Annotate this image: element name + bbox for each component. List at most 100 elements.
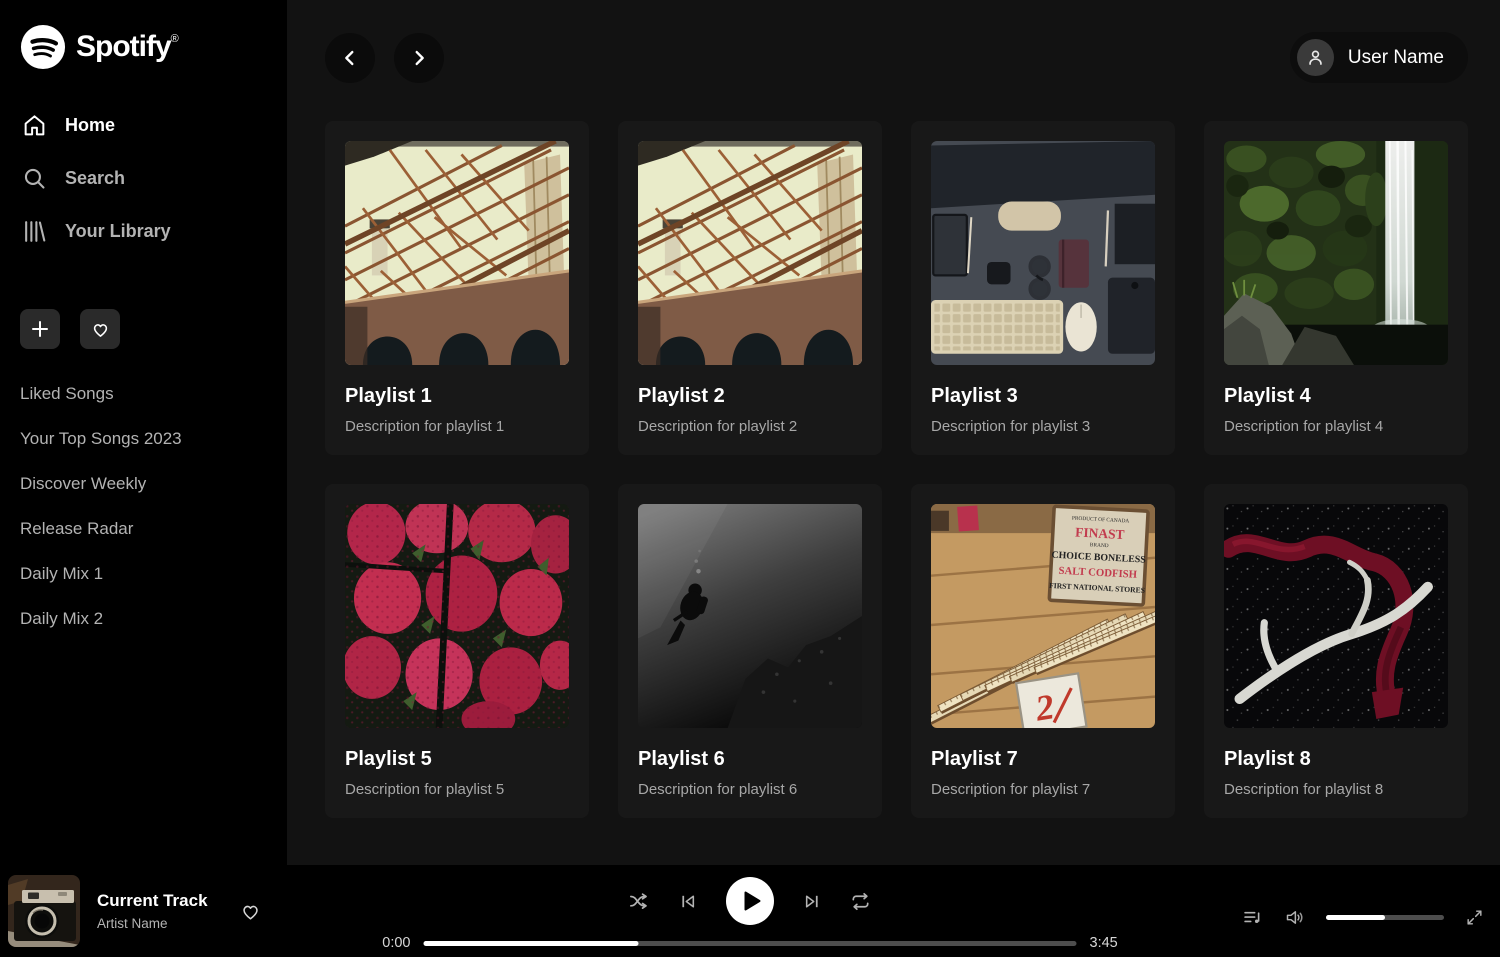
history-nav (325, 33, 444, 83)
plus-icon (30, 319, 50, 339)
card-title: Playlist 1 (345, 385, 569, 408)
player-bar: Current Track Artist Name (0, 865, 1500, 957)
card-title: Playlist 4 (1224, 385, 1448, 408)
bridge-truss-photo (638, 141, 862, 365)
card-description: Description for playlist 3 (931, 418, 1155, 435)
svg-text:BRAND: BRAND (1090, 542, 1109, 549)
play-icon (726, 877, 774, 925)
volume-icon (1284, 907, 1305, 928)
main-topbar: User Name (325, 32, 1468, 83)
playlist-list: Liked Songs Your Top Songs 2023 Discover… (18, 371, 269, 641)
playlist-card-5[interactable]: Playlist 5 Description for playlist 5 (325, 484, 589, 818)
card-title: Playlist 3 (931, 385, 1155, 408)
playlist-link-daily-mix-1[interactable]: Daily Mix 1 (18, 551, 269, 596)
playlist-link-daily-mix-2[interactable]: Daily Mix 2 (18, 596, 269, 641)
shuffle-button[interactable] (628, 890, 651, 913)
sidebar-item-label: Home (65, 115, 115, 136)
waterfall-photo (1224, 141, 1448, 365)
heart-icon (90, 319, 111, 340)
like-track-button[interactable] (239, 900, 262, 923)
volume-button[interactable] (1284, 907, 1305, 928)
bridge-truss-photo (345, 141, 569, 365)
card-description: Description for playlist 7 (931, 781, 1155, 798)
playlist-card-6[interactable]: Playlist 6 Description for playlist 6 (618, 484, 882, 818)
sidebar-item-home[interactable]: Home (18, 104, 269, 147)
total-duration: 3:45 (1090, 935, 1126, 951)
play-button[interactable] (726, 877, 774, 925)
playlist-card-2[interactable]: Playlist 2 Description for playlist 2 (618, 121, 882, 455)
track-title: Current Track (97, 891, 208, 911)
chevron-right-icon (408, 47, 430, 69)
person-icon (1305, 47, 1326, 68)
sidebar-item-label: Search (65, 168, 125, 189)
user-menu-button[interactable]: User Name (1290, 32, 1468, 83)
sidebar-item-your-library[interactable]: Your Library (18, 210, 269, 253)
scuba-diver-photo (638, 504, 862, 728)
playlist-link-discover-weekly[interactable]: Discover Weekly (18, 461, 269, 506)
card-description: Description for playlist 2 (638, 418, 862, 435)
now-playing: Current Track Artist Name (8, 875, 262, 947)
spotify-logo: Spotify® (18, 24, 269, 70)
sidebar-item-label: Your Library (65, 221, 171, 242)
card-title: Playlist 7 (931, 748, 1155, 771)
back-button[interactable] (325, 33, 375, 83)
volume-slider[interactable] (1326, 915, 1444, 920)
track-info: Current Track Artist Name (97, 891, 208, 931)
logo-wordmark: Spotify® (76, 30, 178, 64)
next-track-icon (801, 891, 822, 912)
strawberries-photo (345, 504, 569, 728)
previous-track-icon (678, 891, 699, 912)
playlist-card-7[interactable]: PRODUCT OF CANADA FINAST BRAND CHOICE BO… (911, 484, 1175, 818)
playlist-card-4[interactable]: Playlist 4 Description for playlist 4 (1204, 121, 1468, 455)
user-name-label: User Name (1348, 47, 1444, 69)
progress-bar[interactable] (424, 941, 1077, 946)
rulers-photo: PRODUCT OF CANADA FINAST BRAND CHOICE BO… (931, 504, 1155, 728)
next-button[interactable] (801, 891, 822, 912)
vintage-sign: PRODUCT OF CANADA FINAST BRAND CHOICE BO… (1048, 506, 1149, 605)
playback-controls (628, 877, 872, 925)
artist-name: Artist Name (97, 916, 208, 931)
desk-flatlay-photo (931, 141, 1155, 365)
elapsed-time: 0:00 (375, 935, 411, 951)
volume-fill (1326, 915, 1385, 920)
repeat-button[interactable] (849, 890, 872, 913)
queue-button[interactable] (1242, 907, 1263, 928)
library-actions (18, 309, 269, 349)
playlist-link-top-songs[interactable]: Your Top Songs 2023 (18, 416, 269, 461)
chevron-left-icon (339, 47, 361, 69)
playlist-link-release-radar[interactable]: Release Radar (18, 506, 269, 551)
liked-songs-button[interactable] (80, 309, 120, 349)
card-description: Description for playlist 5 (345, 781, 569, 798)
library-icon (22, 219, 47, 244)
playlist-card-3[interactable]: Playlist 3 Description for playlist 3 (911, 121, 1175, 455)
create-playlist-button[interactable] (20, 309, 60, 349)
queue-icon (1242, 907, 1263, 928)
playlist-grid: Playlist 1 Description for playlist 1 (325, 121, 1468, 818)
spotify-logo-icon (20, 24, 66, 70)
player-right-controls (1242, 907, 1484, 928)
forward-button[interactable] (394, 33, 444, 83)
card-description: Description for playlist 4 (1224, 418, 1448, 435)
main-content: User Name (287, 0, 1500, 865)
antler-ribbon-photo (1224, 504, 1448, 728)
sidebar-item-search[interactable]: Search (18, 157, 269, 200)
sidebar-nav: Home Search Your Library (18, 104, 269, 253)
card-title: Playlist 8 (1224, 748, 1448, 771)
playlist-link-liked-songs[interactable]: Liked Songs (18, 371, 269, 416)
sidebar: Spotify® Home Search Your Library (0, 0, 287, 865)
fullscreen-button[interactable] (1465, 908, 1484, 927)
registered-mark: ® (171, 33, 178, 45)
card-title: Playlist 5 (345, 748, 569, 771)
progress-section: 0:00 3:45 (375, 935, 1126, 951)
shuffle-icon (628, 890, 651, 913)
card-description: Description for playlist 6 (638, 781, 862, 798)
playlist-card-8[interactable]: Playlist 8 Description for playlist 8 (1204, 484, 1468, 818)
avatar (1297, 39, 1334, 76)
previous-button[interactable] (678, 891, 699, 912)
card-description: Description for playlist 8 (1224, 781, 1448, 798)
expand-icon (1465, 908, 1484, 927)
repeat-icon (849, 890, 872, 913)
playlist-card-1[interactable]: Playlist 1 Description for playlist 1 (325, 121, 589, 455)
heart-icon (239, 900, 262, 923)
app-window: Spotify® Home Search Your Library (0, 0, 1500, 865)
